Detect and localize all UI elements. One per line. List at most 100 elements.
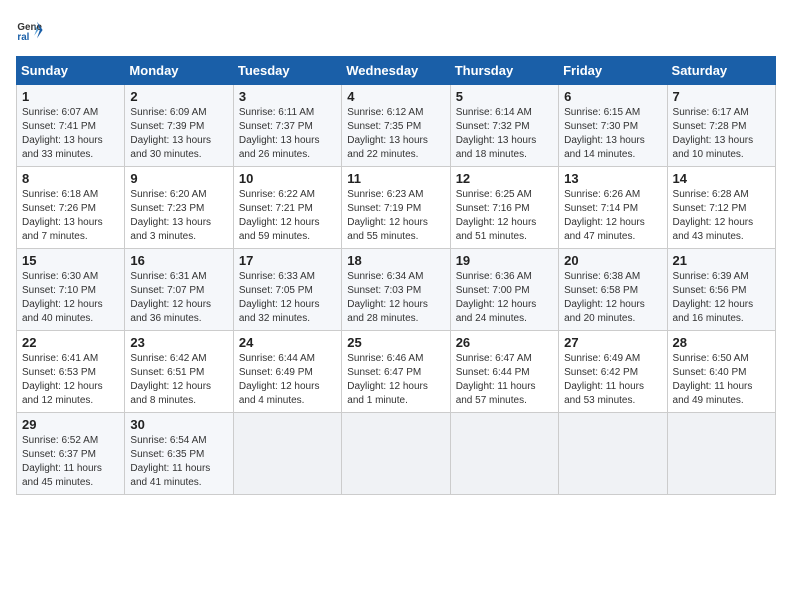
calendar-cell: 28 Sunrise: 6:50 AMSunset: 6:40 PMDayligh… [667,331,775,413]
day-number: 23 [130,335,227,350]
day-info: Sunrise: 6:50 AMSunset: 6:40 PMDaylight:… [673,352,770,408]
calendar-cell: 18 Sunrise: 6:34 AMSunset: 7:03 PMDayligh… [342,249,450,331]
calendar-week-row: 22Sunrise: 6:41 AMSunset: 6:53 PMDayligh… [17,331,776,413]
day-info: Sunrise: 6:26 AMSunset: 7:14 PMDaylight:… [564,188,661,244]
day-number: 27 [564,335,661,350]
day-number: 30 [130,417,227,432]
weekday-header-friday: Friday [559,57,667,85]
calendar-cell: 26 Sunrise: 6:47 AMSunset: 6:44 PMDayligh… [450,331,558,413]
day-number: 18 [347,253,444,268]
day-number: 14 [673,171,770,186]
day-info: Sunrise: 6:18 AMSunset: 7:26 PMDaylight:… [22,188,119,244]
day-number: 3 [239,89,336,104]
day-info: Sunrise: 6:11 AMSunset: 7:37 PMDaylight:… [239,106,336,162]
calendar-cell: 5 Sunrise: 6:14 AMSunset: 7:32 PMDaylight… [450,85,558,167]
calendar-cell: 6 Sunrise: 6:15 AMSunset: 7:30 PMDaylight… [559,85,667,167]
day-number: 1 [22,89,119,104]
day-info: Sunrise: 6:54 AMSunset: 6:35 PMDaylight:… [130,434,227,490]
calendar-cell: 19Sunrise: 6:36 AMSunset: 7:00 PMDayligh… [450,249,558,331]
calendar-cell: 12 Sunrise: 6:25 AMSunset: 7:16 PMDayligh… [450,167,558,249]
calendar-cell: 23 Sunrise: 6:42 AMSunset: 6:51 PMDayligh… [125,331,233,413]
calendar-cell: 17 Sunrise: 6:33 AMSunset: 7:05 PMDayligh… [233,249,341,331]
day-info: Sunrise: 6:07 AMSunset: 7:41 PMDaylight:… [22,106,119,162]
calendar-cell [559,413,667,495]
day-info: Sunrise: 6:36 AMSunset: 7:00 PMDaylight:… [456,270,553,326]
weekday-header-thursday: Thursday [450,57,558,85]
day-info: Sunrise: 6:33 AMSunset: 7:05 PMDaylight:… [239,270,336,326]
calendar-cell: 15 Sunrise: 6:30 AMSunset: 7:10 PMDayligh… [17,249,125,331]
day-info: Sunrise: 6:30 AMSunset: 7:10 PMDaylight:… [22,270,119,326]
day-number: 13 [564,171,661,186]
day-info: Sunrise: 6:09 AMSunset: 7:39 PMDaylight:… [130,106,227,162]
calendar-week-row: 8 Sunrise: 6:18 AMSunset: 7:26 PMDaylight… [17,167,776,249]
day-number: 26 [456,335,553,350]
day-number: 9 [130,171,227,186]
calendar-cell: 11Sunrise: 6:23 AMSunset: 7:19 PMDayligh… [342,167,450,249]
day-info: Sunrise: 6:25 AMSunset: 7:16 PMDaylight:… [456,188,553,244]
day-info: Sunrise: 6:20 AMSunset: 7:23 PMDaylight:… [130,188,227,244]
weekday-header-monday: Monday [125,57,233,85]
calendar-cell: 8 Sunrise: 6:18 AMSunset: 7:26 PMDaylight… [17,167,125,249]
day-number: 4 [347,89,444,104]
calendar-cell: 30 Sunrise: 6:54 AMSunset: 6:35 PMDayligh… [125,413,233,495]
day-info: Sunrise: 6:14 AMSunset: 7:32 PMDaylight:… [456,106,553,162]
day-number: 17 [239,253,336,268]
calendar-cell: 16 Sunrise: 6:31 AMSunset: 7:07 PMDayligh… [125,249,233,331]
day-number: 2 [130,89,227,104]
day-info: Sunrise: 6:42 AMSunset: 6:51 PMDaylight:… [130,352,227,408]
day-number: 24 [239,335,336,350]
calendar-cell: 2 Sunrise: 6:09 AMSunset: 7:39 PMDaylight… [125,85,233,167]
day-number: 10 [239,171,336,186]
calendar-cell: 22Sunrise: 6:41 AMSunset: 6:53 PMDayligh… [17,331,125,413]
weekday-header-row: SundayMondayTuesdayWednesdayThursdayFrid… [17,57,776,85]
weekday-header-wednesday: Wednesday [342,57,450,85]
calendar-cell [342,413,450,495]
calendar-cell: 13 Sunrise: 6:26 AMSunset: 7:14 PMDayligh… [559,167,667,249]
calendar-cell: 29 Sunrise: 6:52 AMSunset: 6:37 PMDayligh… [17,413,125,495]
logo: Gene ral [16,16,48,44]
day-number: 29 [22,417,119,432]
day-info: Sunrise: 6:52 AMSunset: 6:37 PMDaylight:… [22,434,119,490]
day-info: Sunrise: 6:17 AMSunset: 7:28 PMDaylight:… [673,106,770,162]
day-info: Sunrise: 6:31 AMSunset: 7:07 PMDaylight:… [130,270,227,326]
calendar-cell: 7Sunrise: 6:17 AMSunset: 7:28 PMDaylight… [667,85,775,167]
day-info: Sunrise: 6:44 AMSunset: 6:49 PMDaylight:… [239,352,336,408]
calendar-cell: 9 Sunrise: 6:20 AMSunset: 7:23 PMDaylight… [125,167,233,249]
day-number: 15 [22,253,119,268]
day-number: 20 [564,253,661,268]
day-number: 5 [456,89,553,104]
calendar-cell: 1 Sunrise: 6:07 AMSunset: 7:41 PMDaylight… [17,85,125,167]
weekday-header-sunday: Sunday [17,57,125,85]
calendar-cell [233,413,341,495]
day-number: 21 [673,253,770,268]
day-info: Sunrise: 6:34 AMSunset: 7:03 PMDaylight:… [347,270,444,326]
day-info: Sunrise: 6:47 AMSunset: 6:44 PMDaylight:… [456,352,553,408]
calendar-week-row: 1 Sunrise: 6:07 AMSunset: 7:41 PMDaylight… [17,85,776,167]
logo-icon: Gene ral [16,16,44,44]
day-info: Sunrise: 6:49 AMSunset: 6:42 PMDaylight:… [564,352,661,408]
day-info: Sunrise: 6:22 AMSunset: 7:21 PMDaylight:… [239,188,336,244]
day-number: 16 [130,253,227,268]
day-info: Sunrise: 6:46 AMSunset: 6:47 PMDaylight:… [347,352,444,408]
calendar-cell [667,413,775,495]
calendar-table: SundayMondayTuesdayWednesdayThursdayFrid… [16,56,776,495]
day-info: Sunrise: 6:39 AMSunset: 6:56 PMDaylight:… [673,270,770,326]
calendar-cell: 24 Sunrise: 6:44 AMSunset: 6:49 PMDayligh… [233,331,341,413]
day-info: Sunrise: 6:12 AMSunset: 7:35 PMDaylight:… [347,106,444,162]
day-number: 12 [456,171,553,186]
calendar-cell: 10 Sunrise: 6:22 AMSunset: 7:21 PMDayligh… [233,167,341,249]
day-info: Sunrise: 6:41 AMSunset: 6:53 PMDaylight:… [22,352,119,408]
day-number: 25 [347,335,444,350]
day-number: 28 [673,335,770,350]
calendar-cell: 25 Sunrise: 6:46 AMSunset: 6:47 PMDayligh… [342,331,450,413]
calendar-cell: 3 Sunrise: 6:11 AMSunset: 7:37 PMDaylight… [233,85,341,167]
day-info: Sunrise: 6:15 AMSunset: 7:30 PMDaylight:… [564,106,661,162]
calendar-cell: 27 Sunrise: 6:49 AMSunset: 6:42 PMDayligh… [559,331,667,413]
calendar-cell: 21 Sunrise: 6:39 AMSunset: 6:56 PMDayligh… [667,249,775,331]
calendar-week-row: 29 Sunrise: 6:52 AMSunset: 6:37 PMDayligh… [17,413,776,495]
day-info: Sunrise: 6:38 AMSunset: 6:58 PMDaylight:… [564,270,661,326]
calendar-cell [450,413,558,495]
day-number: 8 [22,171,119,186]
calendar-cell: 4 Sunrise: 6:12 AMSunset: 7:35 PMDaylight… [342,85,450,167]
day-number: 6 [564,89,661,104]
